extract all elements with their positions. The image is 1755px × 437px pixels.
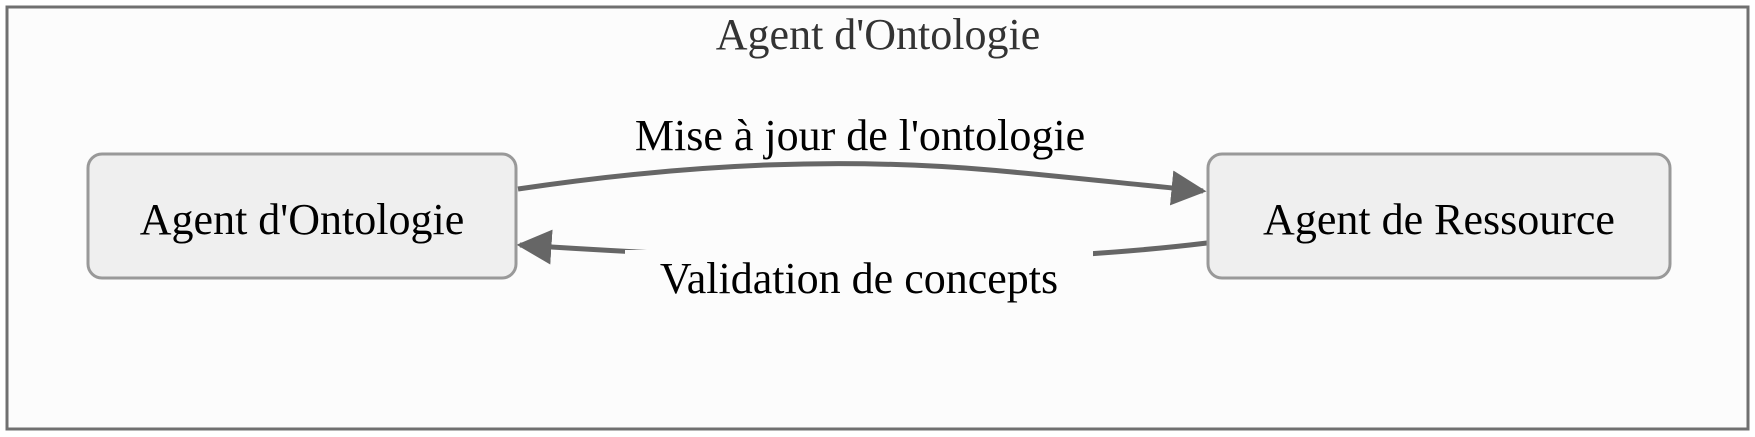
diagram-canvas: Agent d'Ontologie Mise à jour de l'ontol… [5, 5, 1750, 431]
edge-update-label: Mise à jour de l'ontologie [635, 111, 1085, 160]
edge-validation-label: Validation de concepts [660, 254, 1058, 303]
cluster-title: Agent d'Ontologie [716, 10, 1040, 59]
node-agent-ressource-label: Agent de Ressource [1263, 195, 1615, 244]
node-agent-ontologie-label: Agent d'Ontologie [140, 195, 464, 244]
